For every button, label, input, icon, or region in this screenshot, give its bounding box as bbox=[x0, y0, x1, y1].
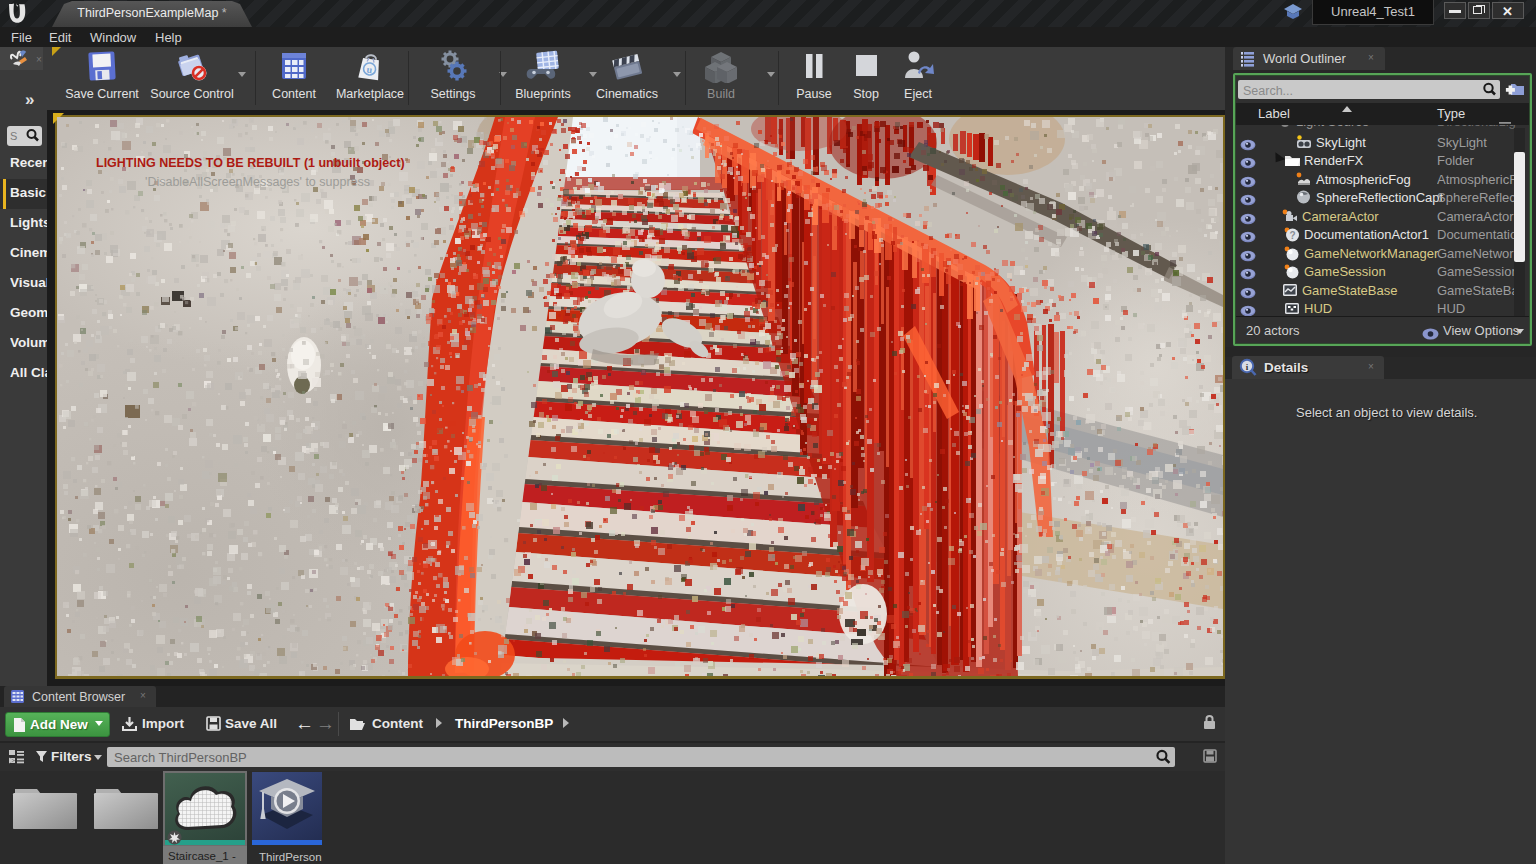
svg-text:?: ? bbox=[1289, 230, 1295, 241]
svg-text:'DisableAllScreenMessages' to: 'DisableAllScreenMessages' to suppress bbox=[145, 175, 370, 189]
svg-text:LIGHTING NEEDS TO BE REBUILT (: LIGHTING NEEDS TO BE REBUILT (1 unbuilt … bbox=[96, 156, 405, 170]
